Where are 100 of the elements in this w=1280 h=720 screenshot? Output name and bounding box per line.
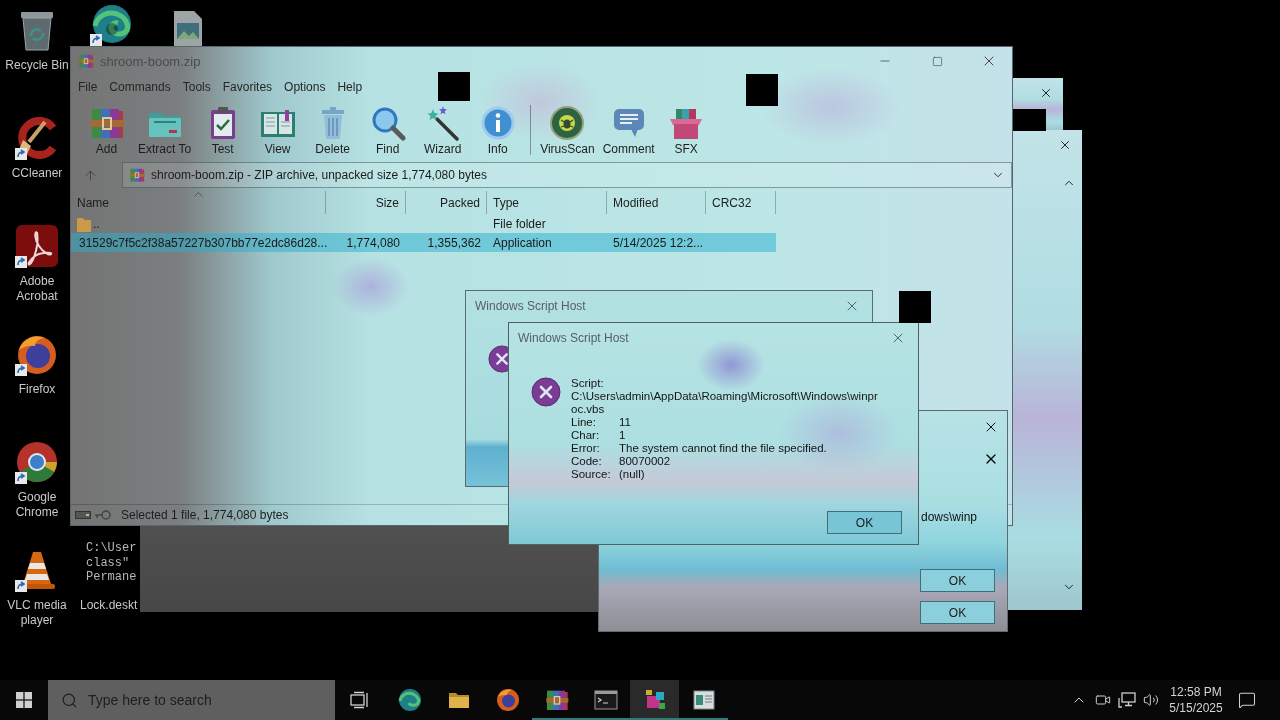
folder-icon (77, 215, 91, 232)
info-icon (479, 105, 516, 141)
toolbar-button[interactable]: Test (195, 105, 251, 159)
window-title: shroom-boom.zip (100, 53, 202, 69)
table-cell: Application (493, 235, 552, 250)
error-icon (531, 377, 561, 407)
field-value: The system cannot find the file specified. (619, 442, 828, 455)
menu-item[interactable]: Tools (176, 76, 217, 98)
terminal-icon (593, 688, 618, 712)
desktop-label[interactable]: Firefox (18, 382, 56, 397)
shortcut-arrow-icon (90, 34, 102, 46)
field-label: Char: (571, 429, 601, 442)
notification-icon (1238, 691, 1256, 709)
glitch-square (438, 72, 470, 101)
toolbar-button[interactable]: Add (79, 105, 134, 159)
maximize-icon (931, 55, 943, 67)
table-cell: 1,774,080 (346, 235, 400, 250)
field-value: 11 (619, 416, 632, 429)
table-cell: File folder (493, 216, 546, 231)
books-icon (129, 167, 145, 183)
toolbar-button[interactable]: Comment (598, 105, 659, 159)
network-icon (1118, 692, 1136, 708)
column-header[interactable]: Modified (607, 191, 706, 214)
script-path: C:\Users\admin\AppData\Roaming\Microsoft\Windows\winpr oc.vbs (571, 390, 878, 416)
glitch-square (899, 291, 931, 323)
file-row[interactable]: .. File folder (71, 214, 776, 233)
desktop-label[interactable]: Google Chrome (1, 490, 73, 520)
menu-item[interactable]: Commands (103, 76, 177, 98)
table-cell: .. (93, 216, 100, 231)
search-icon (61, 692, 78, 709)
file-row[interactable]: 31529c7f5c2f38a57227b307bb77e2dc86d28... 1,774,080 1,355,362 Application 5/14/2025 12:2... (71, 233, 776, 252)
toolbar-button[interactable]: Delete (305, 105, 361, 159)
toolbar-button[interactable]: SFX (658, 105, 714, 159)
volume-icon (1143, 692, 1159, 708)
column-header[interactable]: Type (487, 191, 607, 214)
dialog-title: Windows Script Host (475, 299, 587, 313)
toolbar-button[interactable]: Info (470, 105, 526, 159)
brush-icon[interactable] (15, 116, 59, 160)
sort-caret-icon (194, 191, 203, 197)
shortcut-arrow-icon (15, 364, 27, 376)
clock-button[interactable]: 12:58 PM 5/15/2025 (1165, 680, 1227, 720)
search-field[interactable]: Type here to search (48, 680, 335, 720)
toolbar-button[interactable]: Wizard (415, 105, 471, 159)
fox-globe-icon (495, 688, 520, 712)
key-icon (95, 510, 111, 520)
ok-button[interactable]: OK (920, 601, 995, 624)
shortcut-arrow-icon (15, 148, 27, 160)
path-fragment: dows\winp (921, 510, 979, 524)
menu-item[interactable]: Favorites (216, 76, 279, 98)
field-value: (null) (619, 468, 646, 481)
desktop-label[interactable]: CCleaner (11, 166, 63, 181)
shortcut-arrow-icon (15, 580, 27, 592)
desktop-label[interactable]: VLC media player (1, 598, 73, 628)
toolbar-button[interactable]: Extract To (134, 105, 196, 159)
field-label: Error: (571, 442, 601, 455)
menu-item[interactable]: Help (331, 76, 369, 98)
task-view-icon (350, 691, 370, 709)
table-cell: 31529c7f5c2f38a57227b307bb77e2dc86d28... (79, 235, 328, 250)
dialog-title: Windows Script Host (518, 331, 630, 345)
ring-logo-icon[interactable] (15, 440, 59, 484)
camera-icon (1095, 692, 1111, 708)
shortcut-arrow-icon (15, 472, 27, 484)
field-label: Code: (571, 455, 603, 468)
desktop-label[interactable]: Adobe Acrobat (1, 274, 73, 304)
glitch-square (1013, 109, 1046, 131)
address-field[interactable]: shroom-boom.zip - ZIP archive, unpacked size 1,774,080 bytes (122, 162, 1012, 188)
ok-button[interactable]: OK (920, 569, 995, 592)
toolbar-button[interactable]: Find (360, 105, 416, 159)
books-icon (544, 688, 569, 712)
table-cell: 5/14/2025 12:2... (613, 235, 704, 250)
four-squares-icon (16, 692, 32, 708)
swirl-icon (397, 688, 422, 712)
column-header[interactable]: Packed (406, 191, 487, 214)
column-header[interactable]: Name (71, 191, 326, 214)
glitch-square (746, 74, 778, 106)
field-value: 80070002 (619, 455, 672, 468)
ok-button[interactable]: OK (827, 511, 902, 534)
drive-icon (75, 511, 91, 519)
shortcut-arrow-icon (15, 256, 27, 268)
field-label: Line: (571, 416, 597, 429)
status-text: Selected 1 file, 1,774,080 bytes (121, 508, 289, 522)
pdf-icon[interactable] (15, 224, 59, 268)
close-icon (1058, 138, 1072, 152)
desktop-label[interactable]: Recycle Bin (5, 58, 69, 73)
books-icon (78, 53, 94, 69)
bug-icon (549, 105, 586, 141)
field-label: Source: (571, 468, 612, 481)
menu-item[interactable]: Options (278, 76, 332, 98)
column-header[interactable]: Size (326, 191, 406, 214)
table-cell: 1,355,362 (427, 235, 481, 250)
field-label: Script: (571, 377, 605, 390)
toolbar-button[interactable]: VirusScan (536, 105, 599, 159)
app-window-icon (691, 688, 716, 712)
toolbar-button[interactable]: View (250, 105, 306, 159)
field-value: 1 (619, 429, 627, 442)
close-icon (1039, 86, 1053, 100)
swirl-icon[interactable] (90, 2, 134, 46)
file-preview-text[interactable]: C:\User class" Permane (86, 541, 137, 585)
desktop-label[interactable]: Lock.deskt (80, 597, 138, 613)
column-header[interactable]: CRC32 (706, 191, 776, 214)
